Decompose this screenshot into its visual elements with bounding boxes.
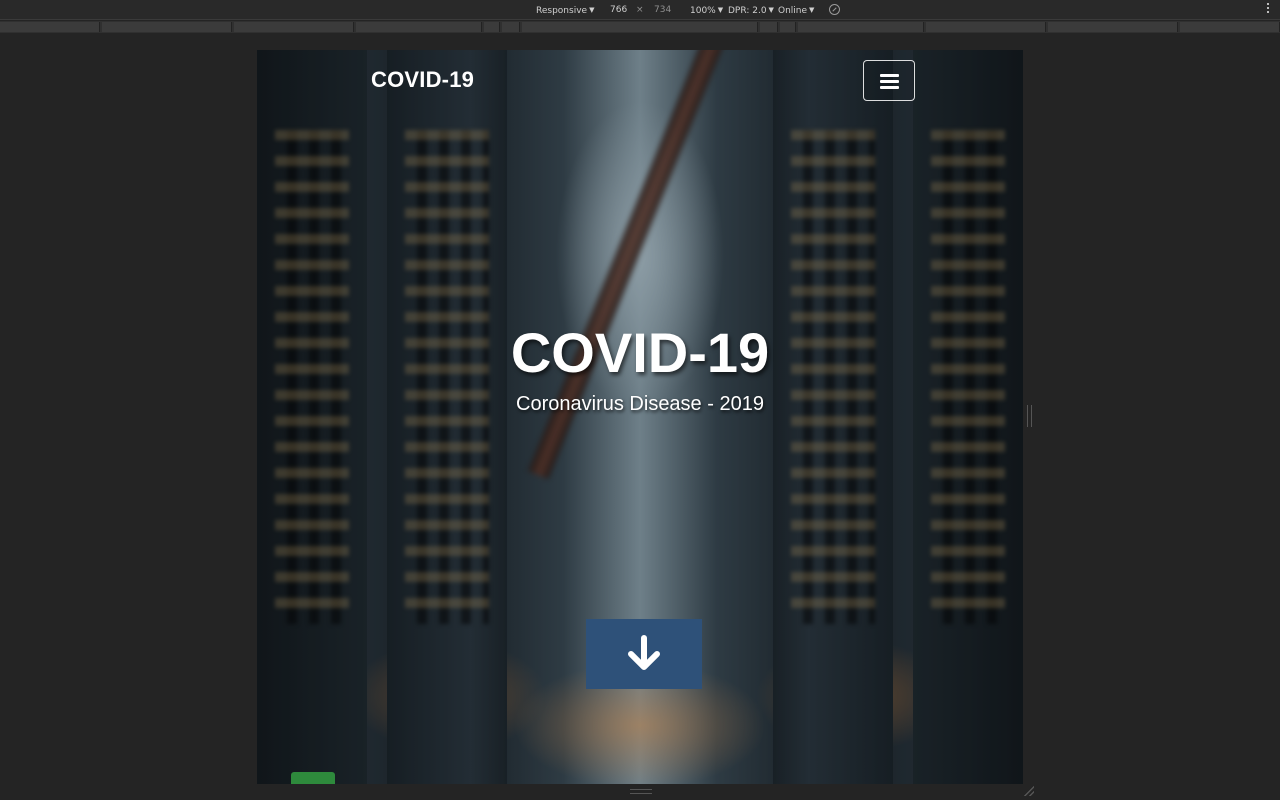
- more-options-icon[interactable]: [1267, 3, 1270, 15]
- navbar-toggle-button[interactable]: [863, 60, 915, 101]
- media-query-segment[interactable]: [502, 22, 520, 32]
- device-mode-label: Responsive: [536, 6, 588, 16]
- viewport-height-input[interactable]: 734: [654, 4, 671, 16]
- hamburger-menu-icon: [880, 74, 899, 77]
- media-query-segment[interactable]: [798, 22, 924, 32]
- caret-down-icon: ▼: [717, 6, 724, 14]
- hero-subtitle: Coronavirus Disease - 2019: [516, 393, 764, 415]
- viewport-resize-handle-bottom[interactable]: [630, 789, 652, 794]
- dpr-label: DPR: 2.0: [728, 6, 767, 16]
- media-query-segment[interactable]: [1180, 22, 1280, 32]
- devtools-device-toolbar: Responsive ▼ 766 × 734 100% ▼ DPR: 2.0 ▼ On…: [0, 0, 1280, 20]
- hamburger-menu-icon-bar: [880, 80, 899, 83]
- arrow-down-icon: [628, 635, 660, 670]
- hero-title: COVID-19: [510, 321, 770, 384]
- media-query-segment[interactable]: [234, 22, 354, 32]
- navbar-brand[interactable]: COVID-19: [371, 67, 474, 93]
- media-query-segment[interactable]: [1048, 22, 1178, 32]
- media-query-bar: [0, 21, 1280, 33]
- media-query-segment[interactable]: [760, 22, 778, 32]
- media-query-segment[interactable]: [780, 22, 796, 32]
- scroll-down-button[interactable]: [586, 619, 702, 689]
- page-viewport: COVID-19 COVID-19 Coronavirus Disease - …: [257, 50, 1023, 784]
- dpr-dropdown[interactable]: DPR: 2.0 ▼: [728, 4, 774, 17]
- caret-down-icon: ▼: [809, 6, 815, 14]
- media-query-segment[interactable]: [102, 22, 232, 32]
- viewport-resize-handle-corner[interactable]: [1024, 786, 1034, 796]
- device-mode-dropdown[interactable]: Responsive ▼: [536, 4, 594, 17]
- viewport-resize-handle-right[interactable]: [1027, 405, 1032, 427]
- network-throttle-dropdown[interactable]: Online ▼: [778, 4, 814, 17]
- zoom-label: 100%: [690, 6, 716, 16]
- zoom-dropdown[interactable]: 100% ▼: [690, 4, 723, 17]
- caret-down-icon: ▼: [589, 6, 595, 14]
- media-query-segment[interactable]: [926, 22, 1046, 32]
- network-label: Online: [778, 6, 808, 16]
- media-query-segment[interactable]: [0, 22, 100, 32]
- media-query-segment[interactable]: [484, 22, 500, 32]
- rotate-icon[interactable]: [829, 4, 840, 15]
- dimension-separator: ×: [636, 5, 644, 15]
- media-query-segment[interactable]: [356, 22, 482, 32]
- viewport-width-input[interactable]: 766: [610, 4, 627, 16]
- media-query-segment[interactable]: [522, 22, 758, 32]
- hamburger-menu-icon-bar: [880, 86, 899, 89]
- street-sign: [291, 772, 335, 784]
- caret-down-icon: ▼: [768, 6, 774, 14]
